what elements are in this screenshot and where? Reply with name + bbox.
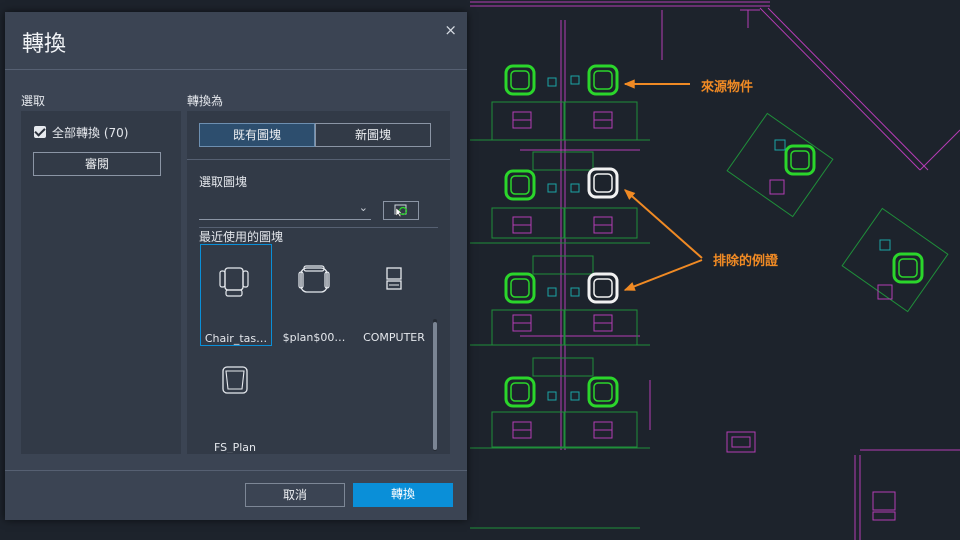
pick-block-button[interactable]: [383, 201, 419, 220]
convert-to-section-label: 轉換為: [187, 94, 224, 108]
recent-block-label: FS_Plan: [213, 441, 257, 453]
convert-all-label: 全部轉換 (70): [52, 126, 129, 140]
task-chair-icon: [219, 267, 249, 297]
recent-block-computer[interactable]: COMPUTER: [359, 244, 429, 344]
recent-blocks-label: 最近使用的圖塊: [199, 230, 284, 244]
footer-divider: [5, 470, 467, 471]
block-select-dropdown[interactable]: ⌄: [199, 199, 371, 220]
excluded-example-annotation: 排除的例證: [713, 254, 779, 269]
cancel-button[interactable]: 取消: [245, 483, 345, 507]
select-panel: 全部轉換 (70) 審閱: [21, 111, 181, 454]
existing-block-tab[interactable]: 既有圖塊: [199, 123, 315, 147]
convert-to-panel: 既有圖塊 新圖塊 選取圖塊 ⌄ 最近使用的圖塊 Chair_tas… $plan…: [187, 111, 450, 454]
review-button[interactable]: 審閱: [33, 152, 161, 176]
computer-icon: [386, 267, 402, 290]
convert-all-checkbox[interactable]: [34, 126, 46, 138]
header-divider: [5, 69, 467, 70]
dialog-title: 轉換: [22, 32, 67, 57]
chair-plan-icon: [222, 366, 248, 394]
select-block-label: 選取圖塊: [199, 175, 248, 189]
chevron-down-icon: ⌄: [358, 201, 368, 214]
convert-dialog: 轉換 × 選取 轉換為 全部轉換 (70) 審閱 既有圖塊 新圖塊 選取圖塊 ⌄…: [5, 12, 467, 520]
convert-button[interactable]: 轉換: [353, 483, 453, 507]
select-section-label: 選取: [21, 94, 46, 108]
recent-block-chair-task[interactable]: Chair_tas…: [200, 244, 272, 346]
new-block-tab[interactable]: 新圖塊: [315, 123, 431, 147]
recent-block-label: Chair_tas…: [204, 332, 268, 345]
close-icon[interactable]: ×: [444, 21, 457, 39]
recent-block-label: COMPUTER: [363, 331, 425, 344]
recent-block-fs-plan[interactable]: FS_Plan: [200, 357, 270, 453]
recent-block-plan[interactable]: $plan$00…: [279, 244, 349, 344]
scrollbar-thumb[interactable]: [433, 322, 437, 450]
tabs-divider: [187, 159, 450, 160]
pick-block-icon: [394, 204, 408, 218]
recent-block-label: $plan$00…: [282, 331, 346, 344]
armchair-icon: [298, 265, 330, 293]
source-object-annotation: 來源物件: [701, 80, 754, 95]
